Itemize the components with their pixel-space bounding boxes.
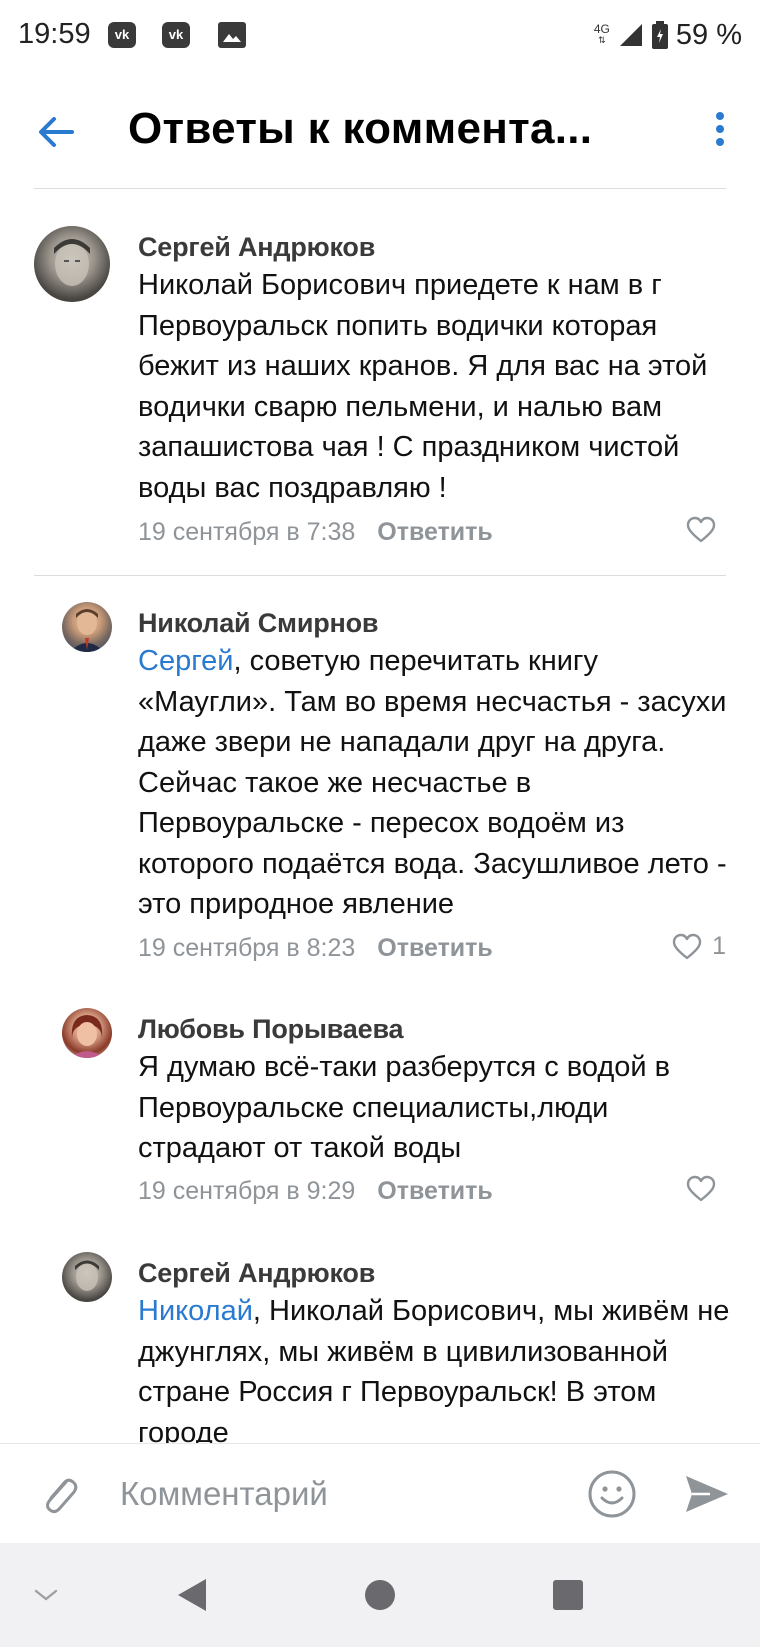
reply-button[interactable]: Ответить: [377, 1177, 493, 1205]
nav-back-button[interactable]: [170, 1571, 218, 1619]
comment-date: 19 сентября в 7:38: [138, 518, 356, 546]
attach-button[interactable]: [36, 1470, 84, 1518]
circle-home-icon: [365, 1580, 395, 1610]
emoji-button[interactable]: [586, 1468, 638, 1520]
smile-icon: [588, 1470, 636, 1518]
like-button[interactable]: [686, 516, 726, 544]
heart-icon: [672, 933, 702, 959]
like-button[interactable]: 1: [672, 932, 726, 961]
battery-icon: [651, 21, 668, 49]
triangle-back-icon: [178, 1579, 206, 1611]
avatar[interactable]: [62, 602, 112, 652]
square-recents-icon: [553, 1580, 583, 1610]
paperclip-icon: [46, 1478, 78, 1514]
comment-divider: [34, 575, 726, 576]
image-notification-icon: [218, 22, 246, 48]
back-button[interactable]: [30, 104, 86, 160]
reply-button[interactable]: Ответить: [377, 934, 493, 962]
status-time: 19:59: [18, 18, 91, 50]
comment-text: Николай, Николай Борисович, мы живём не …: [138, 1295, 730, 1443]
heart-icon: [686, 1175, 716, 1202]
like-button[interactable]: [686, 1175, 726, 1203]
nav-home-button[interactable]: [356, 1571, 404, 1619]
comment-meta: 19 сентября в 7:38 Ответить: [138, 518, 493, 547]
comment-mention[interactable]: Николай: [138, 1295, 253, 1327]
chevron-down-icon: [34, 1589, 58, 1601]
send-icon: [686, 1476, 728, 1512]
vk-notification-icon: vk: [162, 22, 190, 48]
heart-icon: [686, 516, 716, 543]
status-bar: 19:59 vk vk 4G ⇅ 59 %: [0, 0, 760, 78]
battery-percent: 59 %: [675, 18, 742, 51]
avatar[interactable]: [62, 1008, 112, 1058]
comment: Сергей Андрюков Николай, Николай Борисов…: [0, 1248, 760, 1443]
header-divider: [34, 188, 726, 189]
comment-author[interactable]: Николай Смирнов: [138, 608, 379, 639]
comment-meta: 19 сентября в 9:29 Ответить: [138, 1177, 493, 1206]
comment-meta: 19 сентября в 8:23 Ответить: [138, 934, 493, 963]
comment-text: Я думаю всё-таки разберутся с водой в Пе…: [138, 1051, 671, 1164]
avatar[interactable]: [62, 1252, 112, 1302]
nav-collapse-button[interactable]: [22, 1571, 70, 1619]
comment-text: Николай Борисович приедете к нам в г Пер…: [138, 269, 708, 504]
comment-author[interactable]: Сергей Андрюков: [138, 232, 375, 263]
send-button[interactable]: [680, 1468, 732, 1520]
page-title: Ответы к коммента...: [128, 104, 593, 153]
more-menu-button[interactable]: [708, 102, 732, 158]
arrow-left-icon: [39, 117, 74, 147]
comment-author[interactable]: Любовь Порываева: [138, 1014, 404, 1045]
comment-mention[interactable]: Сергей: [138, 645, 233, 677]
status-right: 4G ⇅ 59 %: [594, 18, 742, 52]
comment-date: 19 сентября в 8:23: [138, 934, 356, 962]
system-nav-bar: [0, 1543, 760, 1647]
comment-text: Сергей, советую перечитать книгу «Маугли…: [138, 645, 727, 920]
comment-input-bar: [0, 1443, 760, 1543]
reply-button[interactable]: Ответить: [377, 518, 493, 546]
signal-icon: [619, 24, 642, 46]
comment-date: 19 сентября в 9:29: [138, 1177, 356, 1205]
more-vertical-icon: [716, 112, 724, 146]
vk-notification-icon: vk: [108, 22, 136, 48]
comment-author[interactable]: Сергей Андрюков: [138, 1258, 375, 1289]
avatar[interactable]: [34, 226, 110, 302]
comment-input[interactable]: [120, 1470, 560, 1518]
network-type: 4G ⇅: [593, 22, 610, 45]
header: Ответы к коммента...: [0, 78, 760, 188]
nav-recents-button[interactable]: [544, 1571, 592, 1619]
like-count: 1: [712, 932, 726, 960]
